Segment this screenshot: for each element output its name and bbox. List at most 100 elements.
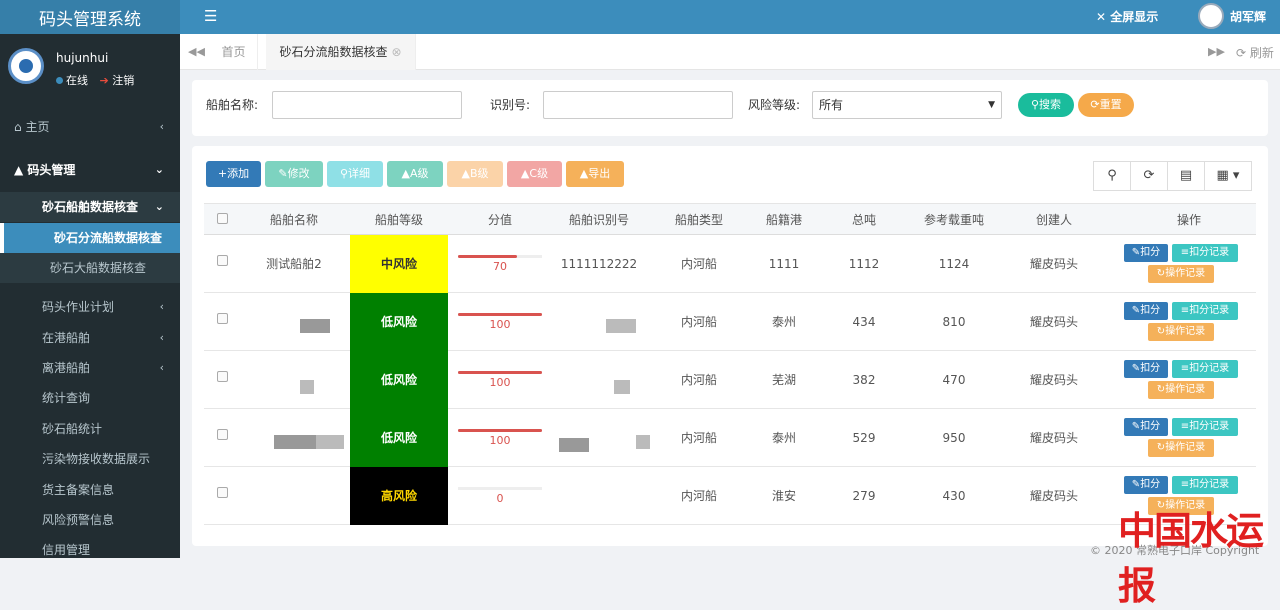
sidebar-item-cargo-owner[interactable]: 货主备案信息 [0,475,180,505]
col-ship-type[interactable]: 船舶类型 [654,204,744,236]
refresh-button[interactable]: ⟳ 刷新 [1236,44,1274,61]
tab-bar: ◀◀ 首页 砂石分流船数据核查 ⊗ ▶▶ ⟳ 刷新 [180,34,1280,70]
col-ship-grade[interactable]: 船舶等级 [350,204,448,236]
risk-select[interactable]: 所有 ▼ [812,91,1002,119]
fullscreen-button[interactable]: ✕ 全屏显示 [1096,8,1158,25]
deduct-log-label: 扣分记录 [1189,421,1230,432]
search-toggle-icon[interactable]: ⚲ [1093,161,1131,191]
tab-prev-icon[interactable]: ◀◀ [188,45,205,58]
select-all-checkbox[interactable] [217,213,228,224]
col-score[interactable]: 分值 [458,204,542,236]
risk-badge: 低风险 [350,351,448,409]
row-checkbox[interactable] [217,255,228,266]
row-checkbox[interactable] [217,487,228,498]
user-avatar[interactable] [1198,3,1224,29]
col-port[interactable]: 船籍港 [744,204,824,236]
grade-b-button[interactable]: ▲B级 [447,161,503,187]
sidebar-item-in-port[interactable]: 在港船舶 ‹ [0,323,180,353]
reset-button[interactable]: ⟳重置 [1078,93,1134,117]
logout-link[interactable]: ➔ 注销 [100,74,135,87]
top-username[interactable]: 胡军辉 [1230,8,1266,25]
cell-creator: 耀皮码头 [1029,257,1078,271]
op-log-button[interactable]: ↻操作记录 [1148,381,1214,399]
col-ship-id[interactable]: 船舶识别号 [544,204,654,236]
detail-button[interactable]: ⚲详细 [327,161,383,187]
col-gt[interactable]: 总吨 [834,204,894,236]
table-row[interactable]: 低风险 100 内河船 芜湖 382 470 耀皮码头 ✎扣分 ≡扣分记录 ↻操作记录 [204,351,1256,409]
cell-creator: 耀皮码头 [1029,489,1078,503]
sidebar-item-pollutant[interactable]: 污染物接收数据展示 [0,444,180,474]
score-bar [458,487,542,490]
op-log-button[interactable]: ↻操作记录 [1148,265,1214,283]
deduct-label: 扣分 [1140,479,1161,490]
risk-badge: 高风险 [350,467,448,525]
tab-active[interactable]: 砂石分流船数据核查 ⊗ [266,34,416,70]
sidebar-item-label: 离港船舶 [42,361,91,375]
op-log-button[interactable]: ↻操作记录 [1148,323,1214,341]
watermark: 中国水运报 [1118,508,1264,608]
sidebar-item-active[interactable]: 砂石分流船数据核查 [0,223,180,253]
edit-icon: ✎ [278,167,288,180]
cell-gt: 434 [852,315,876,329]
sidebar-item-departed[interactable]: 离港船舶 ‹ [0,353,180,383]
search-button-label: 搜索 [1039,98,1062,111]
sidebar-item-large-ship[interactable]: 砂石大船数据核查 [0,253,180,283]
row-checkbox[interactable] [217,429,228,440]
grade-c-button[interactable]: ▲C级 [507,161,562,187]
row-checkbox[interactable] [217,313,228,324]
chevron-left-icon: ‹ [159,331,164,344]
table-header: 船舶名称 船舶等级 分值 船舶识别号 船舶类型 船籍港 总吨 参考载重吨 创建人… [204,203,1256,235]
table-row[interactable]: 测试船舶2 中风险 70 1111112222 内河船 1111 1112 1124 耀皮码头 ✎… [204,235,1256,293]
sidebar-group-dock[interactable]: ▲ 码头管理 ⌄ [0,155,180,185]
deduct-log-button[interactable]: ≡扣分记录 [1172,476,1238,494]
deduct-button[interactable]: ✎扣分 [1124,476,1168,494]
sidebar-item-stats-query[interactable]: 统计查询 [0,383,180,413]
tab-next-icon[interactable]: ▶▶ [1208,45,1225,58]
op-log-button[interactable]: ↻操作记录 [1148,439,1214,457]
deduct-log-button[interactable]: ≡扣分记录 [1172,302,1238,320]
grade-a-button[interactable]: ▲A级 [387,161,443,187]
deduct-log-button[interactable]: ≡扣分记录 [1172,418,1238,436]
deduct-button[interactable]: ✎扣分 [1124,244,1168,262]
edit-button[interactable]: ✎修改 [265,161,323,187]
sidebar-item-home[interactable]: ⌂ 主页 ‹ [0,112,180,142]
deduct-log-button[interactable]: ≡扣分记录 [1172,360,1238,378]
export-button[interactable]: ▲导出 [566,161,624,187]
sidebar-item-sand-stats[interactable]: 砂石船统计 [0,414,180,444]
sidebar-item-credit[interactable]: 信用管理 [0,535,180,565]
sidebar-item-label: 在港船舶 [42,331,91,345]
deduct-button[interactable]: ✎扣分 [1124,360,1168,378]
refresh-icon[interactable]: ⟳ [1130,161,1168,191]
id-input[interactable] [543,91,733,119]
cell-dwt: 810 [942,315,966,329]
toggle-view-icon[interactable]: ▤ [1167,161,1205,191]
col-ship-name[interactable]: 船舶名称 [244,204,344,236]
deduct-label: 扣分 [1140,305,1161,316]
tab-close-icon[interactable]: ⊗ [391,45,401,59]
tab-home[interactable]: 首页 [210,34,258,70]
sidebar-subgroup-sand[interactable]: 砂石船舶数据核查 ⌄ [0,192,180,222]
table-row[interactable]: 低风险 100 内河船 泰州 434 810 耀皮码头 ✎扣分 ≡扣分记录 ↻操作记录 [204,293,1256,351]
deduct-log-button[interactable]: ≡扣分记录 [1172,244,1238,262]
search-form: 船舶名称: 识别号: 风险等级: 所有 ▼ ⚲搜索 ⟳重置 [192,80,1268,136]
cell-dwt: 470 [942,373,966,387]
table-row[interactable]: 低风险 100 内河船 泰州 529 950 耀皮码头 ✎扣分 ≡扣分记录 ↻操作记录 [204,409,1256,467]
cell-dwt: 950 [942,431,966,445]
menu-toggle-icon[interactable]: ☰ [204,7,217,25]
ship-name-label: 船舶名称: [206,98,259,112]
score-bar [458,313,542,316]
col-creator[interactable]: 创建人 [1014,204,1094,236]
add-button[interactable]: +添加 [206,161,261,187]
deduct-button[interactable]: ✎扣分 [1124,302,1168,320]
col-dwt[interactable]: 参考载重吨 [904,204,1004,236]
sidebar-item-plan[interactable]: 码头作业计划 ‹ [0,292,180,322]
sidebar-item-risk-warning[interactable]: 风险预警信息 [0,505,180,535]
columns-icon[interactable]: ▦ ▾ [1204,161,1252,191]
ship-name-input[interactable] [272,91,462,119]
deduct-button[interactable]: ✎扣分 [1124,418,1168,436]
chevron-left-icon: ‹ [159,300,164,313]
search-button[interactable]: ⚲搜索 [1018,93,1074,117]
table-row[interactable]: 高风险 0 内河船 淮安 279 430 耀皮码头 ✎扣分 ≡扣分记录 ↻操作记录 [204,467,1256,525]
row-checkbox[interactable] [217,371,228,382]
user-icon: ▲ [14,163,24,177]
